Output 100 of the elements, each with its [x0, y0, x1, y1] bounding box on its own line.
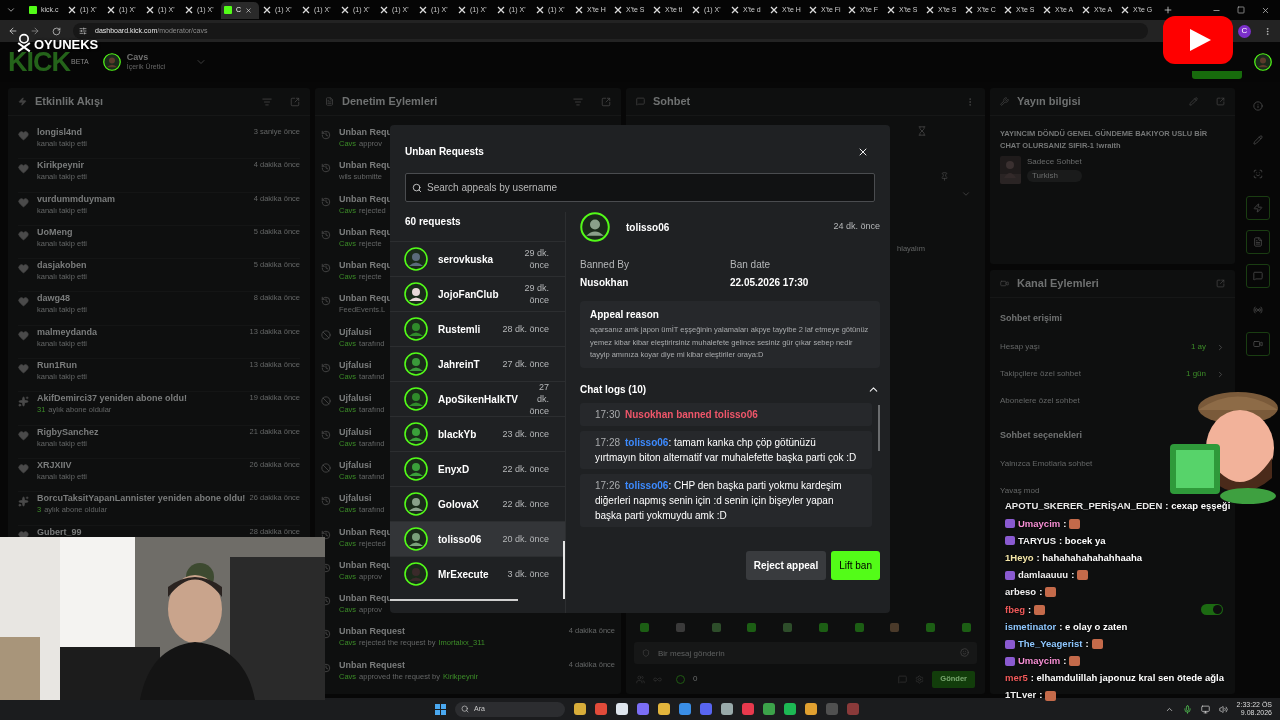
- chat-text: :: [1085, 636, 1089, 651]
- request-time: 28 dk. önce: [501, 323, 549, 335]
- popout-icon[interactable]: [1216, 279, 1225, 288]
- sidebar-tool-button[interactable]: [1246, 264, 1270, 288]
- request-item[interactable]: Rustemli 28 dk. önce: [390, 311, 565, 346]
- taskbar-app-icon[interactable]: [658, 703, 670, 715]
- request-username: JojoFanClub: [438, 287, 499, 302]
- start-icon[interactable]: [435, 703, 446, 715]
- forward-icon[interactable]: [30, 26, 40, 36]
- chevron-right-icon[interactable]: [1216, 342, 1225, 352]
- search-icon: [412, 183, 422, 193]
- request-item[interactable]: ApoSikenHalkTV 27 dk. önce: [390, 381, 565, 416]
- filter-icon[interactable]: [573, 96, 583, 107]
- moderation-title: Ujfalusi: [339, 425, 372, 438]
- moderation-title: Ujfalusi: [339, 492, 372, 505]
- kick-logo-icon: [29, 6, 37, 14]
- new-tab-icon[interactable]: [1163, 5, 1173, 15]
- request-item[interactable]: tolisso06 20 dk. önce: [390, 521, 565, 556]
- request-username: JahreinT: [438, 357, 480, 372]
- request-item[interactable]: JojoFanClub 29 dk. önce: [390, 276, 565, 311]
- search-field[interactable]: Search appeals by username: [405, 173, 875, 202]
- sidebar-tool-button[interactable]: [1246, 332, 1270, 356]
- chat-username: 1Heyo: [1005, 550, 1034, 565]
- microphone-icon[interactable]: [1182, 704, 1192, 714]
- chat-username: arbeso: [1005, 585, 1037, 600]
- kick-logo-icon: [224, 6, 232, 14]
- edit-icon[interactable]: [1189, 97, 1198, 106]
- chat-username: Umaycim: [1018, 516, 1061, 531]
- lift-ban-button[interactable]: Lift ban: [831, 550, 880, 580]
- filter-icon[interactable]: [262, 96, 272, 107]
- taskbar-app-icon[interactable]: [763, 703, 775, 715]
- tab-list-icon[interactable]: [6, 5, 16, 15]
- taskbar-app-icon[interactable]: [805, 703, 817, 715]
- emote-icon[interactable]: [818, 623, 828, 632]
- sidebar-tool-button[interactable]: [1246, 196, 1270, 220]
- request-item[interactable]: blackYb 23 dk. önce: [390, 416, 565, 451]
- moderation-title: Ujfalusi: [339, 325, 372, 338]
- scrollbar[interactable]: [563, 541, 565, 599]
- emote-icon[interactable]: [961, 623, 971, 632]
- popout-icon[interactable]: [601, 96, 611, 107]
- panel-title: Denetim Eylemleri: [342, 94, 438, 110]
- channel-name: Cavs: [126, 52, 150, 62]
- close-tab-icon[interactable]: [245, 6, 253, 14]
- scrollbar[interactable]: [878, 404, 880, 451]
- avatar: [404, 527, 428, 551]
- log-entry: 17:28 tolisso06: tamam kanka chp çöp götünüzü yırtmayın biton alternatif var muhalefette başka parti çok :D: [580, 430, 872, 469]
- emote-icon[interactable]: [926, 623, 936, 632]
- taskbar-app-icon[interactable]: [721, 703, 733, 715]
- sidebar-tool-button[interactable]: [1246, 230, 1270, 254]
- x-logo-icon: [185, 6, 193, 14]
- request-time: 27 dk. önce: [501, 358, 549, 370]
- ban-icon: [321, 462, 331, 473]
- chevron-right-icon[interactable]: [1216, 369, 1225, 379]
- volume-icon[interactable]: [1218, 704, 1228, 714]
- toggle-switch[interactable]: [1201, 604, 1223, 615]
- reject-appeal-button[interactable]: Reject appeal: [745, 550, 827, 580]
- chevron-down-icon[interactable]: [961, 189, 971, 199]
- history-icon: [321, 196, 331, 207]
- emote-icon[interactable]: [640, 623, 649, 632]
- scan-icon: [1253, 169, 1263, 179]
- popout-icon[interactable]: [1216, 97, 1225, 106]
- site-info-icon[interactable]: [79, 27, 87, 35]
- chat-text: : hahahahahahahhaaha: [1036, 550, 1143, 565]
- scrollbar[interactable]: [390, 599, 518, 601]
- avatar: [404, 492, 428, 516]
- emote-icon[interactable]: [890, 623, 900, 632]
- close-icon[interactable]: [1261, 5, 1270, 15]
- request-item[interactable]: EnyxD 22 dk. önce: [390, 451, 565, 486]
- back-icon[interactable]: [8, 26, 18, 36]
- maximize-icon[interactable]: [1237, 6, 1245, 14]
- message-input[interactable]: Bir mesaj gönderin: [634, 642, 977, 664]
- avatar: [404, 352, 428, 376]
- taskbar-app-icon[interactable]: [784, 703, 796, 715]
- chat-text: : cexap eşşeği: [1165, 499, 1231, 514]
- emote-icon[interactable]: [675, 623, 685, 632]
- request-item[interactable]: JahreinT 27 dk. önce: [390, 346, 565, 381]
- taskbar-app-icon[interactable]: [574, 703, 586, 715]
- extension-badge[interactable]: C: [1238, 24, 1251, 38]
- popout-icon[interactable]: [290, 96, 300, 107]
- chat-icon: [1253, 271, 1263, 281]
- display-icon[interactable]: [1200, 704, 1210, 714]
- taskbar-app-icon[interactable]: [679, 703, 691, 715]
- emote-icon[interactable]: [854, 623, 864, 632]
- chat-username: Umaycim: [1018, 654, 1061, 669]
- emote-icon[interactable]: [783, 623, 793, 632]
- request-item[interactable]: serovkuska 29 dk. önce: [390, 241, 565, 276]
- taskbar-app-icon[interactable]: [616, 703, 628, 715]
- emote-icon[interactable]: [747, 623, 757, 632]
- moderation-title: Ujfalusi: [339, 392, 372, 405]
- reload-icon[interactable]: [52, 26, 61, 36]
- x-logo-icon: [887, 6, 895, 14]
- banned-by-value: Nusokhan: [580, 276, 630, 290]
- avatar: [404, 562, 428, 586]
- activity-title: BorcuTaksitYapanLannister yeniden abone oldu!: [37, 492, 246, 505]
- ban-date-value: 22.05.2026 17:30: [730, 276, 810, 290]
- emote-icon[interactable]: [711, 623, 721, 632]
- chat-logs-heading: Chat logs (10): [580, 382, 648, 397]
- emoji-icon[interactable]: [960, 648, 969, 657]
- menu-icon[interactable]: [1263, 26, 1272, 36]
- pin-icon[interactable]: [940, 172, 949, 181]
